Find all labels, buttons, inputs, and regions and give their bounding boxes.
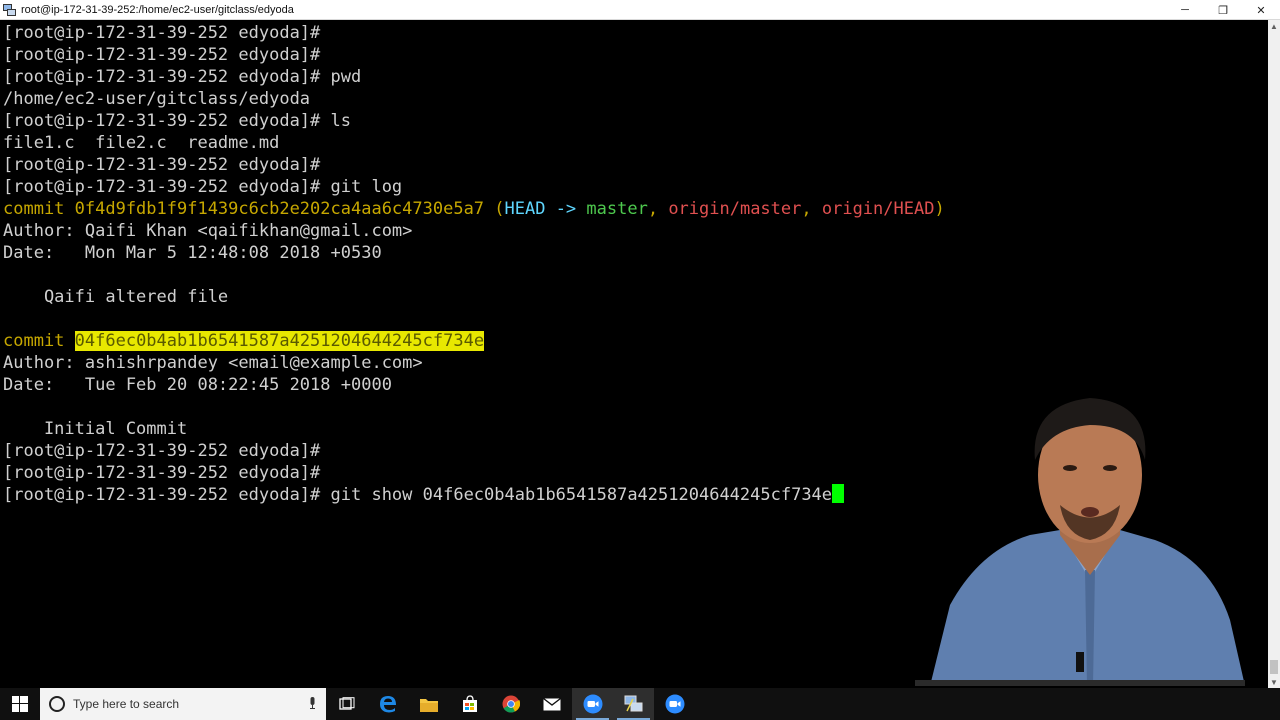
terminal-text: [root@ip-172-31-39-252 edyoda]# (3, 23, 321, 43)
terminal-text: Author: Qaifi Khan <qaifikhan@gmail.com> (3, 221, 413, 241)
remote-master-ref: origin/master (668, 199, 802, 219)
commit-hash-text: commit 0f4d9fdb1f9f1439c6cb2e202ca4aa6c4… (3, 199, 505, 219)
cortana-icon (49, 696, 65, 712)
terminal-line: [root@ip-172-31-39-252 edyoda]# (3, 44, 1268, 66)
zoom-icon[interactable] (572, 688, 613, 720)
branch-master-ref: master (586, 199, 648, 219)
terminal-line: [root@ip-172-31-39-252 edyoda]# (3, 154, 1268, 176)
terminal-text: Qaifi altered file (3, 287, 229, 307)
terminal-text: Date: Tue Feb 20 08:22:45 2018 +0000 (3, 375, 392, 395)
presenter-video-overlay (910, 390, 1268, 686)
terminal-cursor (832, 484, 845, 503)
scrollbar-thumb[interactable] (1270, 660, 1278, 674)
putty-icon[interactable] (613, 688, 654, 720)
task-view-icon[interactable] (326, 688, 367, 720)
mail-icon[interactable] (531, 688, 572, 720)
ref-separator: , (801, 199, 822, 219)
ref-close: ) (934, 199, 945, 219)
terminal-line: commit 0f4d9fdb1f9f1439c6cb2e202ca4aa6c4… (3, 198, 1268, 220)
selected-commit-hash: 04f6ec0b4ab1b6541587a4251204644245cf734e (74, 331, 485, 351)
restore-button[interactable]: ❐ (1204, 0, 1242, 20)
terminal-scrollbar[interactable]: ▲ ▼ (1268, 20, 1280, 688)
window-title: root@ip-172-31-39-252:/home/ec2-user/git… (21, 3, 294, 16)
head-ref: HEAD -> (504, 199, 587, 219)
terminal-line: Author: ashishrpandey <email@example.com… (3, 352, 1268, 374)
terminal-text: /home/ec2-user/gitclass/edyoda (3, 89, 311, 109)
terminal-line: [root@ip-172-31-39-252 edyoda]# ls (3, 110, 1268, 132)
zoom-meetings-icon[interactable] (654, 688, 695, 720)
terminal-line: /home/ec2-user/gitclass/edyoda (3, 88, 1268, 110)
putty-icon (3, 3, 17, 17)
remote-head-ref: origin/HEAD (821, 199, 935, 219)
terminal-text: [root@ip-172-31-39-252 edyoda]# (3, 441, 321, 461)
terminal-text: [root@ip-172-31-39-252 edyoda]# git log (3, 177, 403, 197)
terminal-line: commit 04f6ec0b4ab1b6541587a425120464424… (3, 330, 1268, 352)
terminal-line: file1.c file2.c readme.md (3, 132, 1268, 154)
ref-separator: , (647, 199, 669, 219)
terminal-line: Date: Mon Mar 5 12:48:08 2018 +0530 (3, 242, 1268, 264)
terminal-text: [root@ip-172-31-39-252 edyoda]# ls (3, 111, 351, 131)
terminal-text: [root@ip-172-31-39-252 edyoda]# (3, 155, 321, 175)
scroll-up-icon[interactable]: ▲ (1268, 20, 1280, 32)
file-explorer-icon[interactable] (408, 688, 449, 720)
minimize-button[interactable]: ─ (1166, 0, 1204, 20)
scroll-down-icon[interactable]: ▼ (1268, 676, 1280, 688)
terminal-text: Author: ashishrpandey <email@example.com… (3, 353, 423, 373)
terminal-text: [root@ip-172-31-39-252 edyoda]# (3, 463, 321, 483)
microphone-icon[interactable] (309, 697, 316, 709)
terminal-line: Qaifi altered file (3, 286, 1268, 308)
terminal-line: Author: Qaifi Khan <qaifikhan@gmail.com> (3, 220, 1268, 242)
terminal-text: [root@ip-172-31-39-252 edyoda]# pwd (3, 67, 362, 87)
terminal-text: Initial Commit (3, 419, 188, 439)
commit-label: commit (3, 331, 75, 351)
terminal-text: [root@ip-172-31-39-252 edyoda]# (3, 45, 321, 65)
terminal-line: [root@ip-172-31-39-252 edyoda]# pwd (3, 66, 1268, 88)
command-prompt-input: [root@ip-172-31-39-252 edyoda]# git show… (3, 485, 833, 505)
taskbar: Type here to search (0, 688, 1280, 720)
search-placeholder: Type here to search (73, 697, 180, 711)
chrome-icon[interactable] (490, 688, 531, 720)
close-button[interactable]: ✕ (1242, 0, 1280, 20)
terminal-text: file1.c file2.c readme.md (3, 133, 280, 153)
edge-icon[interactable] (367, 688, 408, 720)
terminal-line: [root@ip-172-31-39-252 edyoda]# (3, 22, 1268, 44)
terminal-line: [root@ip-172-31-39-252 edyoda]# git log (3, 176, 1268, 198)
terminal-text: Date: Mon Mar 5 12:48:08 2018 +0530 (3, 243, 382, 263)
store-icon[interactable] (449, 688, 490, 720)
windows-start-icon[interactable] (0, 688, 40, 720)
window-titlebar[interactable]: root@ip-172-31-39-252:/home/ec2-user/git… (0, 0, 1280, 20)
taskbar-search-box[interactable]: Type here to search (40, 688, 326, 720)
